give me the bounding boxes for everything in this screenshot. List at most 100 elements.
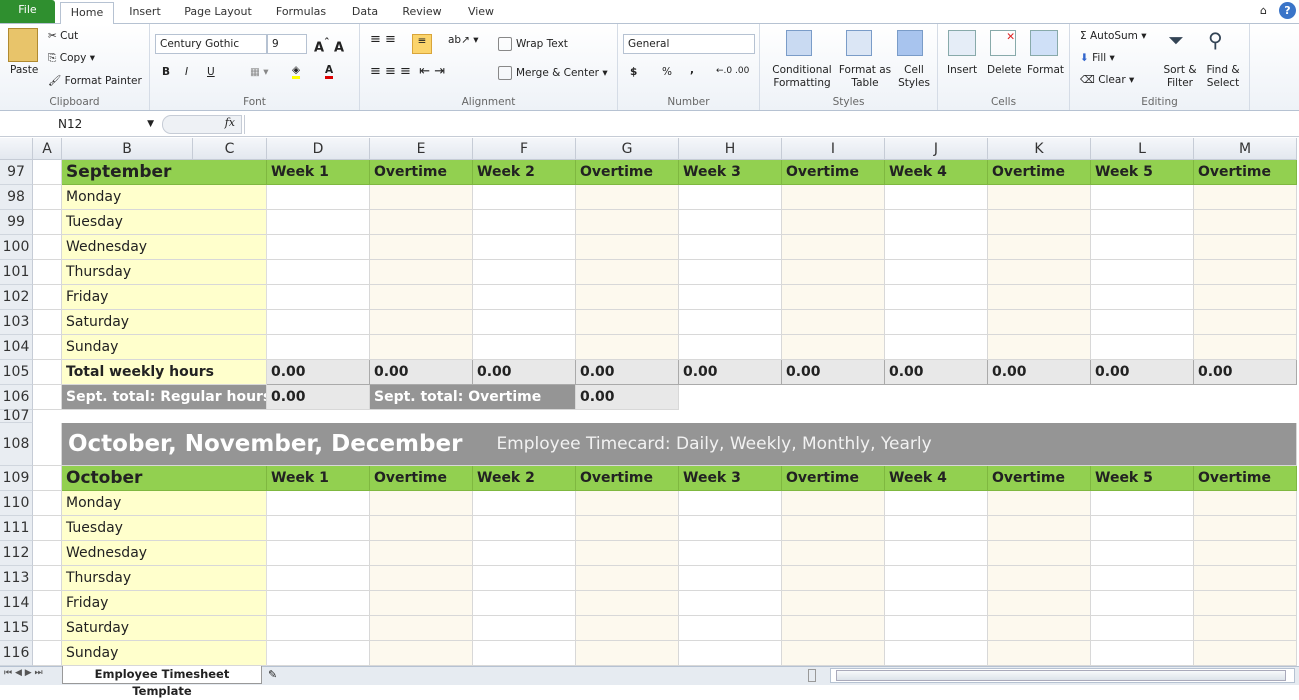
hours-cell[interactable]: [1091, 285, 1194, 310]
hours-cell[interactable]: [679, 491, 782, 516]
hours-cell[interactable]: [473, 310, 576, 335]
hours-cell[interactable]: [782, 566, 885, 591]
column-header-D[interactable]: D: [267, 138, 370, 160]
hours-cell[interactable]: [473, 260, 576, 285]
hours-cell[interactable]: [576, 185, 679, 210]
hours-cell[interactable]: [267, 310, 370, 335]
quarter-banner[interactable]: October, November, December Employee Time…: [62, 423, 1297, 466]
weekly-total-value[interactable]: 0.00: [988, 360, 1091, 385]
day-label[interactable]: Saturday: [62, 616, 267, 641]
hours-cell[interactable]: [1091, 616, 1194, 641]
column-header-B[interactable]: B: [62, 138, 193, 160]
grow-font-button[interactable]: Aˆ A: [314, 36, 344, 55]
week-header[interactable]: Week 3: [679, 160, 782, 185]
week-header[interactable]: Overtime: [576, 160, 679, 185]
week-header[interactable]: Overtime: [1194, 466, 1297, 491]
hours-cell[interactable]: [1091, 591, 1194, 616]
week-header[interactable]: Week 4: [885, 160, 988, 185]
hours-cell[interactable]: [885, 591, 988, 616]
hours-cell[interactable]: [782, 210, 885, 235]
hours-cell[interactable]: [988, 285, 1091, 310]
weekly-total-value[interactable]: 0.00: [1194, 360, 1297, 385]
hours-cell[interactable]: [679, 516, 782, 541]
hours-cell[interactable]: [679, 310, 782, 335]
hours-cell[interactable]: [267, 185, 370, 210]
align-top-icon[interactable]: ≡ ≡: [370, 32, 396, 47]
cell[interactable]: [33, 235, 62, 260]
hours-cell[interactable]: [988, 591, 1091, 616]
hours-cell[interactable]: [473, 641, 576, 666]
row-header[interactable]: 98: [0, 185, 33, 210]
weekly-total-value[interactable]: 0.00: [1091, 360, 1194, 385]
hours-cell[interactable]: [988, 616, 1091, 641]
hours-cell[interactable]: [1091, 260, 1194, 285]
day-label[interactable]: Friday: [62, 591, 267, 616]
day-label[interactable]: Sunday: [62, 641, 267, 666]
day-label[interactable]: Tuesday: [62, 516, 267, 541]
hours-cell[interactable]: [370, 235, 473, 260]
tab-formulas[interactable]: Formulas: [266, 2, 336, 24]
name-box[interactable]: N12 ▼: [0, 114, 158, 134]
hours-cell[interactable]: [1194, 235, 1297, 260]
cell[interactable]: [33, 310, 62, 335]
hours-cell[interactable]: [576, 491, 679, 516]
percent-button[interactable]: %: [662, 66, 672, 78]
underline-button[interactable]: U: [207, 66, 215, 78]
tab-insert[interactable]: Insert: [118, 2, 172, 24]
hours-cell[interactable]: [988, 641, 1091, 666]
weekly-total-value[interactable]: 0.00: [782, 360, 885, 385]
hours-cell[interactable]: [885, 210, 988, 235]
row-header[interactable]: 99: [0, 210, 33, 235]
day-label[interactable]: Wednesday: [62, 541, 267, 566]
week-header[interactable]: Overtime: [988, 466, 1091, 491]
day-label[interactable]: Monday: [62, 185, 267, 210]
hours-cell[interactable]: [1194, 185, 1297, 210]
week-header[interactable]: Week 2: [473, 466, 576, 491]
day-label[interactable]: Friday: [62, 285, 267, 310]
formula-input[interactable]: [244, 115, 1299, 134]
day-label[interactable]: Wednesday: [62, 235, 267, 260]
hours-cell[interactable]: [679, 566, 782, 591]
tab-file[interactable]: File: [0, 0, 55, 23]
italic-button[interactable]: I: [185, 66, 188, 78]
row-header[interactable]: 110: [0, 491, 33, 516]
row-header[interactable]: 107: [0, 409, 33, 423]
cell[interactable]: [33, 616, 62, 641]
weekly-total-value[interactable]: 0.00: [473, 360, 576, 385]
hours-cell[interactable]: [267, 491, 370, 516]
day-label[interactable]: Thursday: [62, 566, 267, 591]
hours-cell[interactable]: [576, 310, 679, 335]
tab-page-layout[interactable]: Page Layout: [176, 2, 260, 24]
row-header[interactable]: 106: [0, 385, 33, 410]
hours-cell[interactable]: [576, 566, 679, 591]
cell[interactable]: [33, 185, 62, 210]
week-header[interactable]: Overtime: [1194, 160, 1297, 185]
delete-button[interactable]: Delete: [987, 64, 1022, 76]
week-header[interactable]: Overtime: [782, 466, 885, 491]
hours-cell[interactable]: [370, 616, 473, 641]
borders-icon[interactable]: ▦ ▾: [250, 66, 269, 78]
cell[interactable]: [33, 260, 62, 285]
row-header[interactable]: 105: [0, 360, 33, 385]
hours-cell[interactable]: [679, 641, 782, 666]
week-header[interactable]: Overtime: [988, 160, 1091, 185]
day-label[interactable]: Tuesday: [62, 210, 267, 235]
hours-cell[interactable]: [370, 285, 473, 310]
hours-cell[interactable]: [1194, 541, 1297, 566]
hours-cell[interactable]: [988, 210, 1091, 235]
orientation-icon[interactable]: ab↗ ▾: [448, 34, 479, 46]
week-header[interactable]: Week 1: [267, 466, 370, 491]
hours-cell[interactable]: [782, 616, 885, 641]
hours-cell[interactable]: [473, 235, 576, 260]
hours-cell[interactable]: [782, 516, 885, 541]
cell[interactable]: [33, 423, 62, 466]
week-header[interactable]: Overtime: [370, 160, 473, 185]
merge-center-button[interactable]: Merge & Center ▾: [498, 66, 608, 80]
hours-cell[interactable]: [1091, 491, 1194, 516]
hours-cell[interactable]: [782, 591, 885, 616]
hours-cell[interactable]: [885, 491, 988, 516]
column-header-M[interactable]: M: [1194, 138, 1297, 160]
fill-color-icon[interactable]: ◈: [292, 64, 301, 79]
hours-cell[interactable]: [576, 591, 679, 616]
hours-cell[interactable]: [1194, 641, 1297, 666]
